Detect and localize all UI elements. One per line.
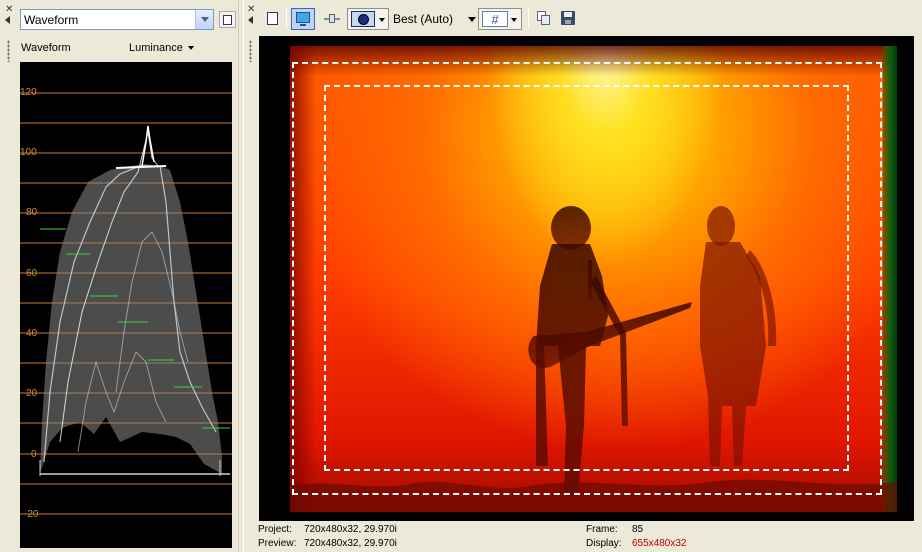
grip-icon[interactable] xyxy=(7,40,10,62)
waveform-display: 120 100 80 60 40 20 0 -20 xyxy=(20,62,232,548)
preview-status-bar: Project: 720x480x32, 29.970i Preview: 72… xyxy=(258,524,918,552)
chevron-down-icon[interactable] xyxy=(195,10,213,29)
title-safe-area xyxy=(324,85,849,471)
monitor-screen xyxy=(296,12,310,23)
axis-tick-label: 100 xyxy=(20,147,37,158)
scope-title: Waveform xyxy=(21,42,71,54)
axis-tick-label: 40 xyxy=(26,328,38,339)
axis-tick-label: 0 xyxy=(31,449,37,460)
toolbar-divider xyxy=(528,9,529,29)
grip-icon[interactable] xyxy=(249,40,252,62)
chevron-down-icon[interactable] xyxy=(511,18,517,22)
axis-tick-label: -20 xyxy=(24,509,39,520)
preview-toolbar: Best (Auto) # xyxy=(258,6,918,32)
monitor-stand xyxy=(300,24,306,26)
project-label: Project: xyxy=(258,524,292,535)
preview-quality-dropdown[interactable]: Best (Auto) xyxy=(393,12,453,26)
toolbar-divider xyxy=(286,9,287,29)
axis-tick-label: 60 xyxy=(26,268,38,279)
chevron-down-icon[interactable] xyxy=(468,17,476,22)
chevron-down-icon[interactable] xyxy=(188,46,194,50)
frame-label: Frame: xyxy=(586,524,618,535)
split-screen-icon[interactable] xyxy=(322,8,342,30)
overlay-grid-button[interactable]: # xyxy=(478,8,522,30)
axis-tick-label: 20 xyxy=(26,388,38,399)
external-monitor-icon[interactable] xyxy=(291,8,315,30)
scope-settings-button[interactable] xyxy=(219,11,236,28)
video-scopes-panel: ✕ Waveform Waveform Luminance 120 100 80… xyxy=(0,0,238,552)
close-icon[interactable]: ✕ xyxy=(5,5,14,15)
chevron-down-icon[interactable] xyxy=(379,18,385,22)
video-preview-panel: ✕ Best (Auto) # Project: 720x480x32, 29.… xyxy=(244,0,922,552)
split-handle xyxy=(329,14,335,23)
preview-label: Preview: xyxy=(258,538,297,549)
panel-gripper[interactable]: ✕ xyxy=(244,0,258,552)
axis-tick-label: 120 xyxy=(20,87,37,98)
chevron-left-icon[interactable] xyxy=(248,16,253,24)
project-value: 720x480x32, 29.970i xyxy=(304,524,397,535)
display-label: Display: xyxy=(586,538,622,549)
save-snapshot-icon[interactable] xyxy=(558,8,578,30)
overlay-grid-icon: # xyxy=(482,11,508,27)
close-icon[interactable]: ✕ xyxy=(247,5,256,15)
luminance-mode-dropdown[interactable]: Luminance xyxy=(129,42,183,54)
scope-type-select[interactable]: Waveform xyxy=(20,9,214,30)
properties-icon[interactable] xyxy=(262,8,282,30)
preview-quality-button[interactable] xyxy=(347,8,389,30)
panel-gripper[interactable]: ✕ xyxy=(0,0,18,552)
preview-quality-icon xyxy=(351,11,375,27)
chevron-left-icon[interactable] xyxy=(5,16,10,24)
video-preview-window[interactable] xyxy=(259,36,914,521)
scope-type-value: Waveform xyxy=(24,13,79,27)
preview-value: 720x480x32, 29.970i xyxy=(304,538,397,549)
display-value: 655x480x32 xyxy=(632,538,687,549)
axis-tick-label: 80 xyxy=(26,207,38,218)
copy-snapshot-icon[interactable] xyxy=(534,8,554,30)
frame-value: 85 xyxy=(632,524,644,535)
